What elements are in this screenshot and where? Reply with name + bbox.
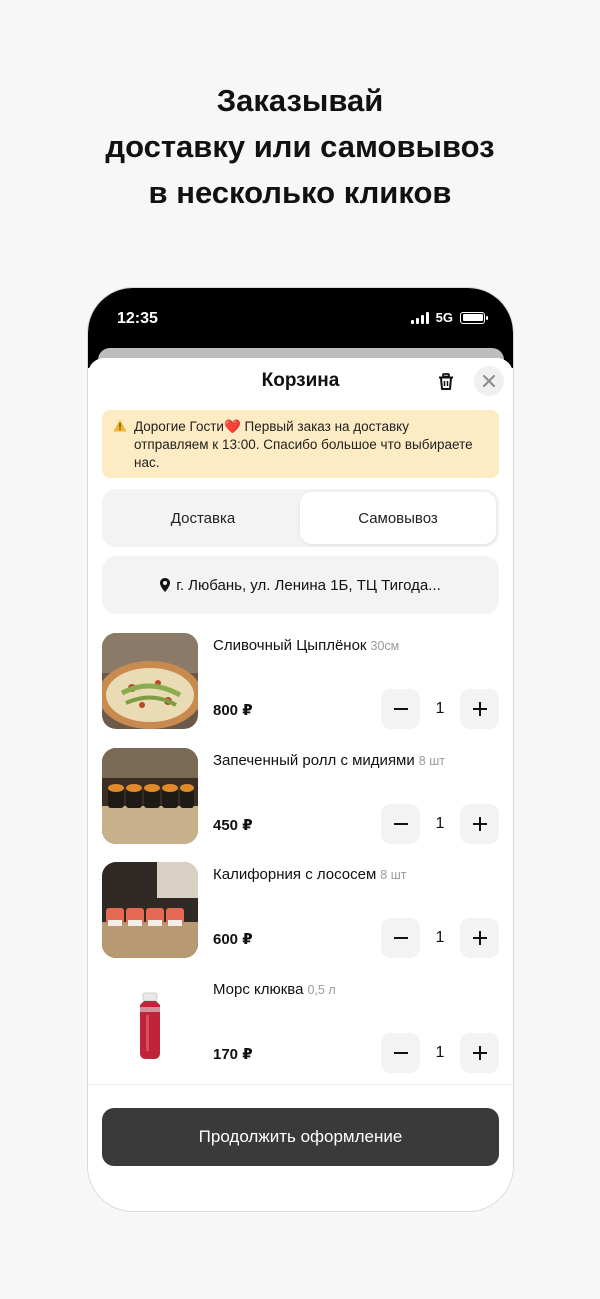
roll-image <box>102 747 198 844</box>
item-size: 8 шт <box>418 753 445 768</box>
quantity-stepper: 1 <box>381 689 499 729</box>
address-text: г. Любань, ул. Ленина 1Б, ТЦ Тигода... <box>176 576 441 594</box>
plus-icon <box>472 931 487 945</box>
plus-icon <box>472 1045 487 1060</box>
list-item: Запеченный ролл с мидиями 8 шт 450 ₽ 1 <box>102 747 499 863</box>
network-type: 5G <box>435 310 453 325</box>
close-icon <box>483 375 495 387</box>
headline-line-1: Заказывай <box>216 83 384 118</box>
item-name: Запеченный ролл с мидиями 8 шт <box>213 751 445 769</box>
minus-icon <box>393 937 408 939</box>
divider <box>88 1084 513 1094</box>
quantity-value: 1 <box>435 1043 445 1061</box>
quantity-value: 1 <box>435 929 445 946</box>
close-button[interactable] <box>474 366 504 396</box>
decrease-button[interactable] <box>381 803 420 844</box>
list-item: Морс клюква 0,5 л 170 ₽ 1 <box>102 976 499 1092</box>
delivery-mode-toggle: Доставка Самовывоз <box>102 489 499 547</box>
cart-items-list: Сливочный Цыплёнок 30см 800 ₽ 1 Запеченн… <box>102 633 499 1091</box>
increase-button[interactable] <box>460 689 499 729</box>
heart-icon: ❤️ <box>223 419 241 434</box>
warning-icon <box>113 419 127 432</box>
item-price: 450 ₽ <box>213 816 253 834</box>
drink-bottle-image <box>102 976 198 1073</box>
battery-icon <box>460 311 488 324</box>
item-name: Калифорния с лососем 8 шт <box>213 866 407 883</box>
plus-icon <box>472 816 487 831</box>
quantity-stepper: 1 <box>381 918 499 958</box>
item-size: 30см <box>370 639 400 653</box>
phone-frame: 12:35 5G Корзина Дорогие Гости❤️ Первый … <box>87 287 514 1212</box>
status-time: 12:35 <box>117 310 158 327</box>
minus-icon <box>393 822 408 825</box>
item-name: Морс клюква 0,5 л <box>213 980 336 998</box>
item-price: 170 ₽ <box>213 1045 253 1063</box>
item-size: 8 шт <box>380 868 407 882</box>
item-size: 0,5 л <box>307 982 336 997</box>
increase-button[interactable] <box>460 1032 499 1073</box>
cart-sheet: Корзина Дорогие Гости❤️ Первый заказ на … <box>88 358 513 1211</box>
item-price: 800 ₽ <box>213 702 253 719</box>
address-selector[interactable]: г. Любань, ул. Ленина 1Б, ТЦ Тигода... <box>102 556 499 614</box>
clear-cart-button[interactable] <box>432 368 460 396</box>
signal-icon <box>410 311 429 324</box>
quantity-stepper: 1 <box>381 1032 499 1073</box>
list-item: Калифорния с лососем 8 шт 600 ₽ 1 <box>102 862 499 977</box>
continue-checkout-button[interactable]: Продолжить оформление <box>102 1108 499 1166</box>
plus-icon <box>472 702 487 716</box>
trash-icon <box>439 373 453 390</box>
headline-line-2: доставку или самовывоз <box>105 129 495 164</box>
minus-icon <box>393 1051 408 1054</box>
status-icons: 5G <box>410 310 488 325</box>
california-roll-image <box>102 862 198 958</box>
notice-text-start: Дорогие Гости <box>134 419 224 434</box>
decrease-button[interactable] <box>381 1032 420 1073</box>
increase-button[interactable] <box>460 918 499 958</box>
notice-banner: Дорогие Гости❤️ Первый заказ на доставку… <box>102 410 499 478</box>
decrease-button[interactable] <box>381 689 420 729</box>
tab-pickup[interactable]: Самовывоз <box>300 492 496 544</box>
quantity-stepper: 1 <box>381 803 499 844</box>
pizza-image <box>102 633 198 729</box>
minus-icon <box>393 708 408 710</box>
list-item: Сливочный Цыплёнок 30см 800 ₽ 1 <box>102 633 499 748</box>
tab-delivery[interactable]: Доставка <box>105 492 301 544</box>
item-name: Сливочный Цыплёнок 30см <box>213 637 400 654</box>
promo-headline: Заказывай доставку или самовывоз в неско… <box>0 78 600 216</box>
increase-button[interactable] <box>460 803 499 844</box>
decrease-button[interactable] <box>381 918 420 958</box>
quantity-value: 1 <box>435 814 445 832</box>
quantity-value: 1 <box>435 700 445 717</box>
item-price: 600 ₽ <box>213 931 253 948</box>
location-pin-icon <box>160 578 171 592</box>
headline-line-3: в несколько кликов <box>148 175 452 210</box>
